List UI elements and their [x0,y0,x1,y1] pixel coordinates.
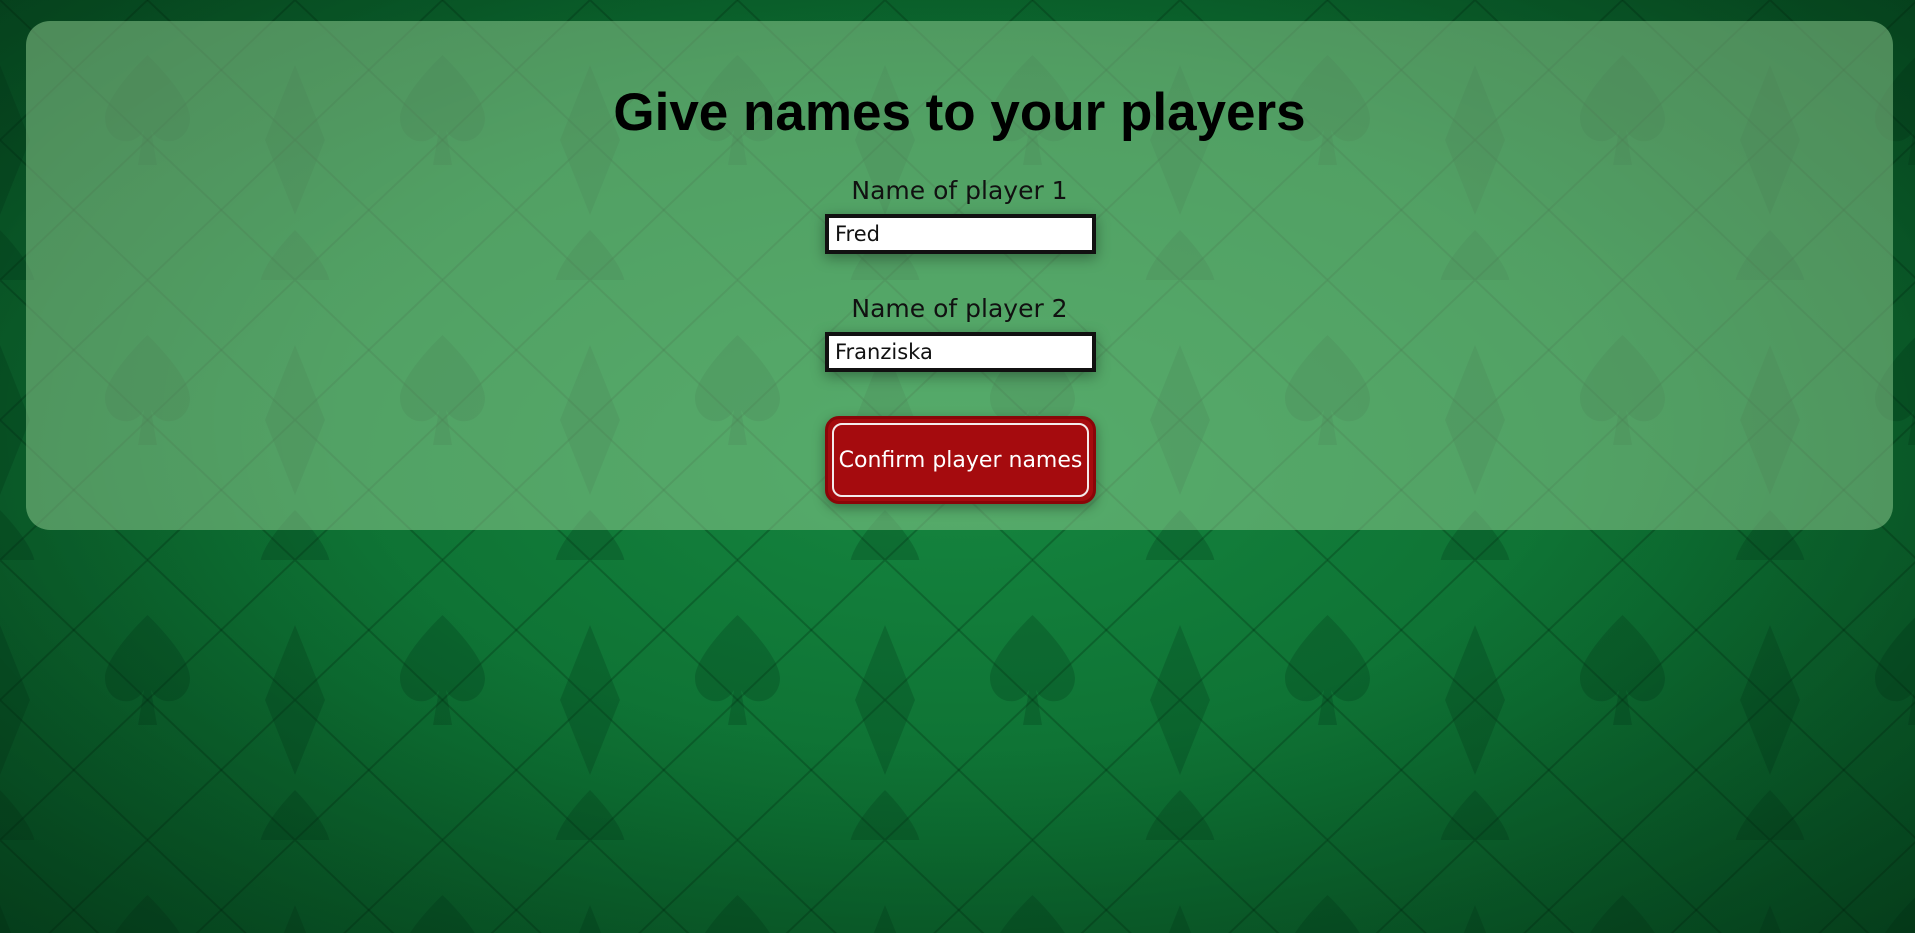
page-title: Give names to your players [613,83,1306,142]
confirm-player-names-button[interactable]: Confirm player names [825,416,1096,504]
player-1-label: Name of player 1 [851,176,1068,205]
confirm-button-label: Confirm player names [832,423,1089,497]
player-names-panel: Give names to your players Name of playe… [26,21,1893,530]
player-1-name-input[interactable] [825,214,1096,254]
player-2-name-input[interactable] [825,332,1096,372]
player-2-label: Name of player 2 [851,294,1068,323]
